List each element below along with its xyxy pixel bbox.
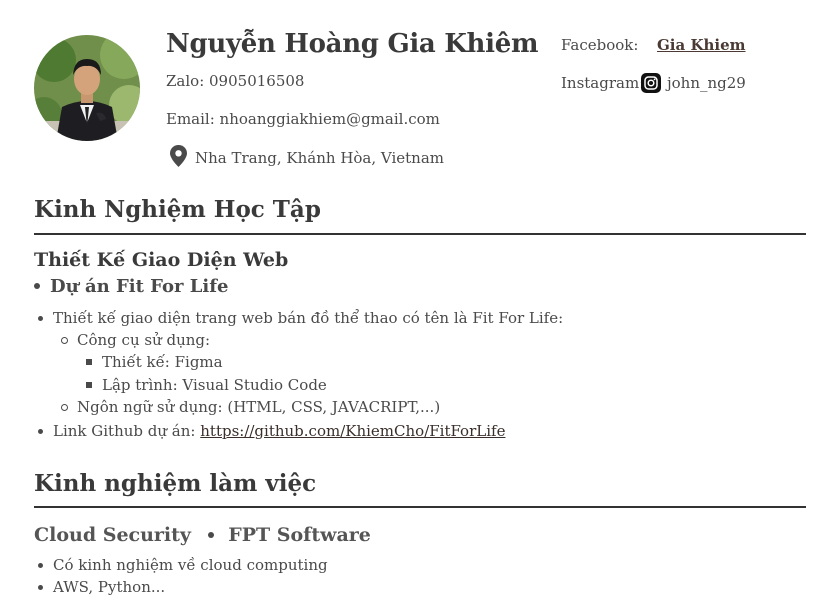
job-company: FPT Software [228, 524, 371, 546]
list-item: Lập trình: Visual Studio Code [86, 376, 327, 394]
instagram-row[interactable]: john_ng29 [641, 73, 746, 93]
list-item: Công cụ sử dụng: [61, 331, 210, 349]
project-title: Dự án Fit For Life [34, 276, 228, 297]
profile-name: Nguyễn Hoàng Gia Khiêm [166, 29, 539, 59]
avatar [34, 35, 140, 141]
instagram-icon [641, 73, 661, 93]
education-heading: Kinh Nghiệm Học Tập [34, 196, 321, 223]
instagram-label: Instagram: [561, 74, 645, 92]
education-subtitle: Thiết Kế Giao Diện Web [34, 249, 289, 271]
map-pin-icon [170, 145, 187, 171]
list-item: Có kinh nghiệm về cloud computing [38, 556, 328, 574]
job-role: Cloud Security [34, 524, 191, 546]
work-divider [34, 506, 806, 508]
job-separator [207, 532, 214, 538]
github-label: Link Github dự án: [53, 422, 196, 440]
github-item: Link Github dự án: https://github.com/Kh… [38, 422, 505, 440]
profile-photo [34, 35, 140, 141]
instagram-handle: john_ng29 [667, 74, 746, 92]
location-text: Nha Trang, Khánh Hòa, Vietnam [195, 149, 445, 167]
zalo-contact: Zalo: 0905016508 [166, 72, 305, 90]
facebook-label: Facebook: [561, 36, 639, 54]
education-divider [34, 233, 806, 235]
github-link[interactable]: https://github.com/KhiemCho/FitForLife [200, 422, 505, 440]
list-item: Thiết kế giao diện trang web bán đồ thể … [38, 309, 563, 327]
list-item: AWS, Python... [38, 578, 165, 596]
work-heading: Kinh nghiệm làm việc [34, 470, 317, 497]
list-item: Thiết kế: Figma [86, 353, 223, 371]
email-contact: Email: nhoanggiakhiem@gmail.com [166, 110, 440, 128]
project-bullet [34, 283, 40, 289]
location-row: Nha Trang, Khánh Hòa, Vietnam [170, 145, 444, 171]
project-name: Dự án Fit For Life [50, 276, 229, 297]
facebook-link[interactable]: Gia Khiem [657, 36, 746, 54]
job-title: Cloud Security FPT Software [34, 524, 371, 546]
list-item: Ngôn ngữ sử dụng: (HTML, CSS, JAVACRIPT,… [61, 398, 440, 416]
